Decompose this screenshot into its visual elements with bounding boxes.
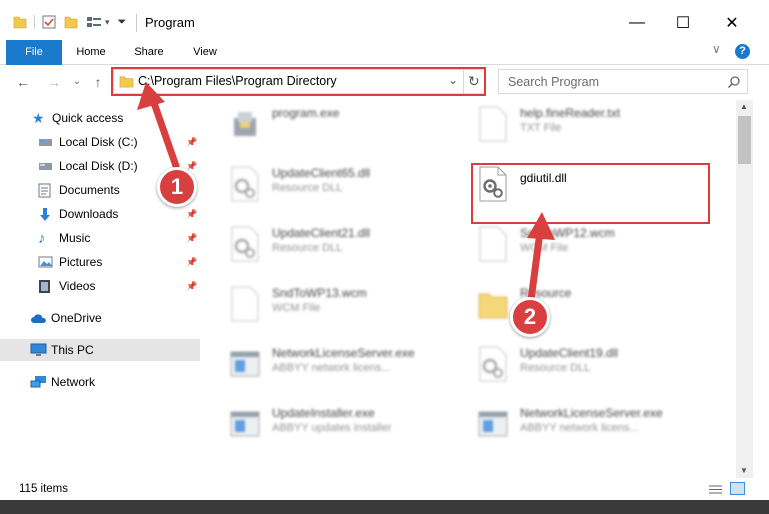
file-explorer-window: ▾ ⏷ Program — ☐ ✕ File Home Share View ∨… <box>0 0 769 514</box>
step-badge-1: 1 <box>157 167 197 207</box>
annotation-arrows <box>137 82 555 304</box>
arrow-2 <box>527 212 555 304</box>
arrow-1 <box>137 82 180 170</box>
step-badge-2: 2 <box>510 297 550 337</box>
